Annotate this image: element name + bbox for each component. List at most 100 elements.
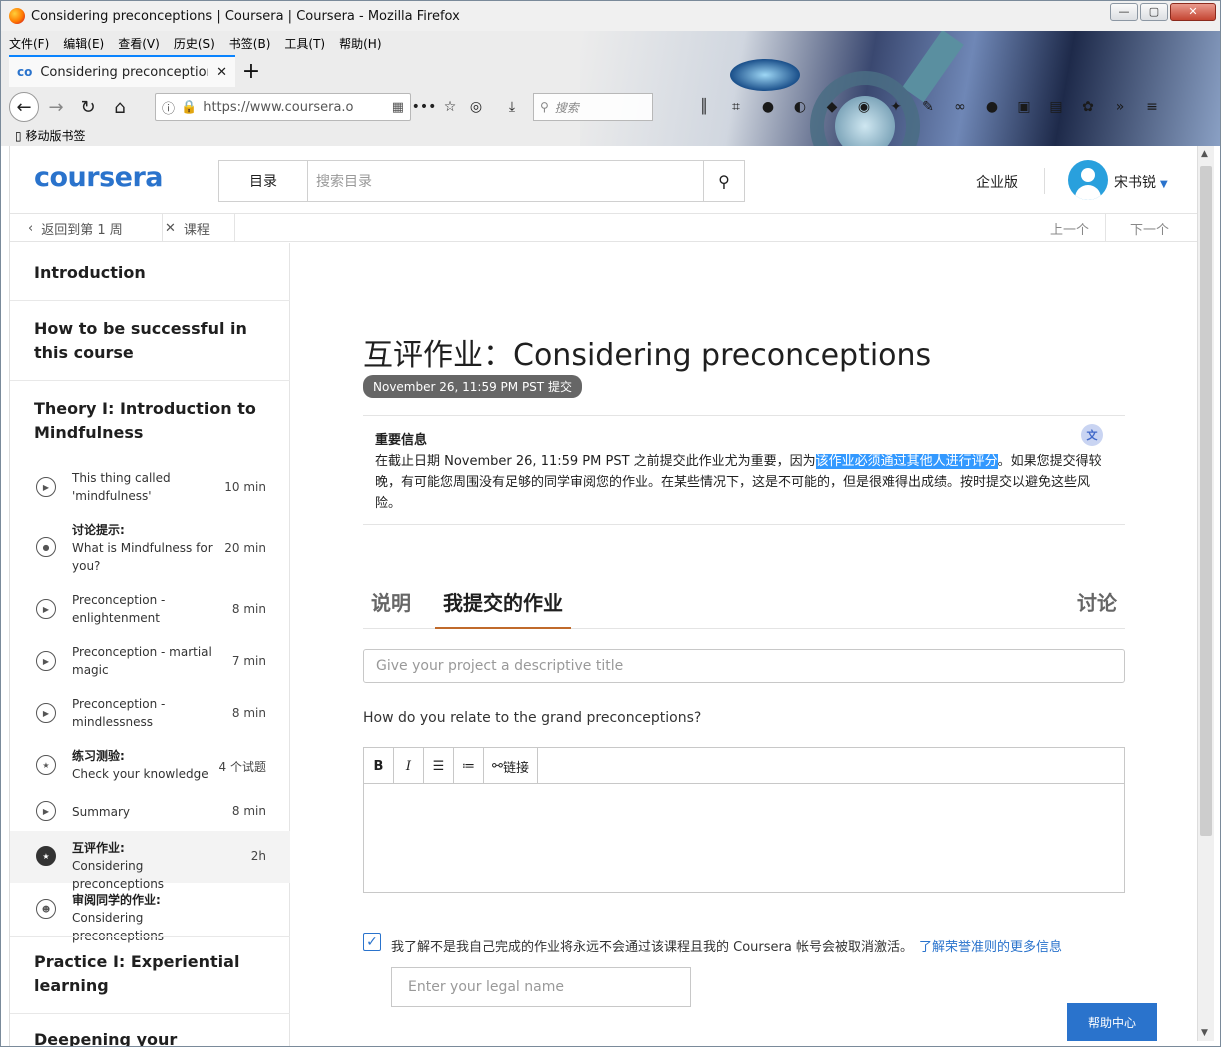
catalog-search-input[interactable]: 搜索目录 [307,160,704,202]
download-icon[interactable]: ⤓ [499,99,525,115]
menu-help[interactable]: 帮助(H) [339,35,381,52]
translate-icon[interactable]: 文 [1081,424,1103,446]
lesson-item[interactable]: ● 讨论提示: What is Mindfulness for you? 20 m… [10,517,290,573]
tab-my-submission[interactable]: 我提交的作业 [443,587,563,616]
answer-editor[interactable] [363,783,1125,893]
honor-code-checkbox[interactable]: ✓ [363,933,381,951]
url-bar[interactable]: ⓘ 🔒 https://www.coursera.o ▦ [155,93,411,121]
reload-button[interactable]: ↻ [73,92,103,122]
sidebar-section[interactable]: How to be successful in this course [34,317,274,365]
sidebar-section[interactable]: Practice I: Experiential learning [34,950,274,998]
lesson-item[interactable]: ☻ 审阅同学的作业: Considering preconceptions [10,887,290,943]
menu-view[interactable]: 查看(V) [118,35,160,52]
back-button[interactable]: ← [9,92,39,122]
lesson-item-active[interactable]: ★ 互评作业: Considering preconceptions 2h [10,831,290,891]
numbered-list-button[interactable]: ≔ [454,748,484,784]
user-menu[interactable]: 宋书锐 ▼ [1114,172,1168,192]
caret-down-icon: ▼ [1160,179,1168,190]
forward-button[interactable]: → [41,92,71,122]
tab-close-icon[interactable]: ✕ [216,65,227,80]
title-bar: Considering preconceptions | Coursera | … [1,1,1220,31]
extension-icon[interactable]: ▣ [1011,99,1037,115]
bold-button[interactable]: B [364,748,394,784]
extension-icon[interactable]: ✿ [1075,99,1101,115]
tab-discussion[interactable]: 讨论 [1077,587,1117,616]
play-icon: ▶ [36,599,56,619]
honor-code-link[interactable]: 了解荣誉准则的更多信息 [919,940,1062,955]
lesson-item[interactable]: ▶ Summary 8 min [10,795,290,831]
scroll-up-icon[interactable]: ▲ [1201,149,1208,159]
next-link[interactable]: 下一个 [1130,214,1169,242]
lesson-item[interactable]: ▶ Preconception - mindlessness 8 min [10,691,290,737]
menu-file[interactable]: 文件(F) [9,35,49,52]
page-scrollbar[interactable]: ▲ ▼ [1197,146,1214,1041]
avatar[interactable] [1068,160,1108,200]
extension-icon[interactable]: ◉ [851,99,877,115]
toolbar-icons: ║ ⌗ ● ◐ ◆ ◉ ✦ ✎ ∞ ● ▣ ▤ ✿ » ≡ [691,99,1165,115]
lesson-item[interactable]: ▶ Preconception - martial magic 7 min [10,639,290,685]
scrollbar-thumb[interactable] [1200,166,1212,836]
extension-icon[interactable]: ▤ [1043,99,1069,115]
extension-icon[interactable]: ✦ [883,99,909,115]
course-link[interactable]: ✕ 课程 [165,214,235,242]
menu-bookmarks[interactable]: 书签(B) [229,35,271,52]
mobile-bookmarks-link[interactable]: 移动版书签 [25,129,85,143]
extension-icon[interactable]: ● [979,99,1005,115]
extension-icon[interactable]: ● [755,99,781,115]
site-header: coursera 目录 搜索目录 ⚲ 企业版 宋书锐 ▼ [10,146,1197,214]
library-icon[interactable]: ║ [691,99,717,115]
overflow-icon[interactable]: » [1107,99,1133,115]
close-window-button[interactable]: ✕ [1170,3,1216,21]
new-tab-button[interactable]: + [235,59,267,84]
link-button[interactable]: ⚯ 链接 [484,748,538,784]
menu-history[interactable]: 历史(S) [174,35,215,52]
maximize-button[interactable]: ▢ [1140,3,1168,21]
hamburger-menu-icon[interactable]: ≡ [1139,99,1165,115]
project-title-input[interactable]: Give your project a descriptive title [363,649,1125,683]
minimize-button[interactable]: — [1110,3,1138,21]
menu-tools[interactable]: 工具(T) [284,35,325,52]
search-bar[interactable]: ⚲ 搜索 [533,93,653,121]
lesson-item[interactable]: ▶ Preconception - enlightenment 8 min [10,587,290,633]
lesson-item[interactable]: ★ 练习测验: Check your knowledge 4 个试题 [10,743,290,789]
legal-name-input[interactable]: Enter your legal name [391,967,691,1007]
extension-icon[interactable]: ✎ [915,99,941,115]
help-center-button[interactable]: 帮助中心 [1067,1003,1157,1041]
scroll-down-icon[interactable]: ▼ [1201,1028,1208,1038]
enterprise-link[interactable]: 企业版 [976,172,1018,192]
browser-chrome: 文件(F) 编辑(E) 查看(V) 历史(S) 书签(B) 工具(T) 帮助(H… [1,31,1220,146]
lock-icon: 🔒 [181,99,198,115]
search-button[interactable]: ⚲ [703,160,745,202]
tab-instructions[interactable]: 说明 [371,587,411,616]
home-button[interactable]: ⌂ [105,92,135,122]
screenshot-icon[interactable]: ⌗ [723,99,749,115]
qr-code-icon[interactable]: ▦ [392,100,404,115]
back-to-week-link[interactable]: ‹ 返回到第 1 周 [28,214,163,242]
sidebar-section[interactable]: Deepening your knowledge [34,1028,274,1046]
bullet-list-button[interactable]: ☰ [424,748,454,784]
reader-icon[interactable]: ◎ [463,99,489,115]
extension-icon[interactable]: ◆ [819,99,845,115]
menu-edit[interactable]: 编辑(E) [63,35,104,52]
notice-highlight: 该作业必须通过其他人进行评分 [815,454,998,469]
lesson-item[interactable]: ▶ This thing called 'mindfulness' 10 min [10,465,290,511]
extension-icon[interactable]: ∞ [947,99,973,115]
checkmark-icon: ✓ [366,934,378,950]
tab-coursera[interactable]: co Considering preconceptions ✕ [9,55,235,87]
previous-link[interactable]: 上一个 [1050,214,1107,242]
extension-icon[interactable]: ◐ [787,99,813,115]
sidebar-section[interactable]: Theory I: Introduction to Mindfulness [34,397,274,445]
lesson-duration: 10 min [224,480,266,494]
info-icon[interactable]: ⓘ [162,98,175,117]
page-actions-icon[interactable]: ••• [411,99,437,115]
coursera-logo[interactable]: coursera [34,162,164,193]
bookmark-star-icon[interactable]: ☆ [437,99,463,115]
italic-button[interactable]: I [394,748,424,784]
sidebar-section[interactable]: Introduction [34,261,274,285]
banner-eye [730,59,800,91]
notice-text-start: 在截止日期 November 26, 11:59 PM PST 之前提交此作业尤… [375,454,816,469]
notice-title: 重要信息 [375,433,428,448]
url-text[interactable]: https://www.coursera.o [203,100,386,115]
review-icon: ☻ [36,899,56,919]
catalog-button[interactable]: 目录 [218,160,308,202]
